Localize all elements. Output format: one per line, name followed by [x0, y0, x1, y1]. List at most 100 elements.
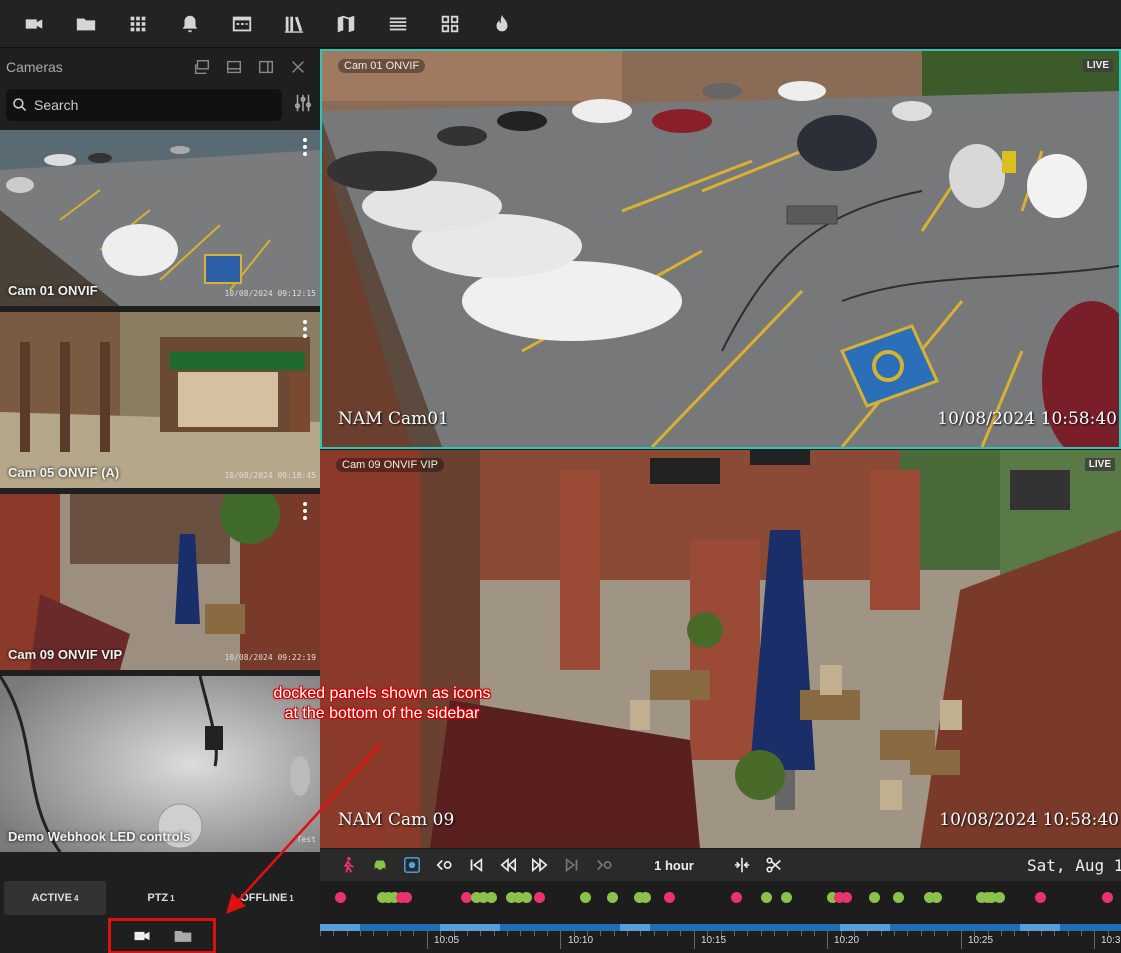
popout-icon[interactable] [186, 53, 218, 81]
timeline-event-marker[interactable] [534, 892, 545, 903]
timeline-event-marker[interactable] [1102, 892, 1113, 903]
camera-thumbnail[interactable]: Cam 05 ONVIF (A) 10/08/2024 09:18:45 [0, 312, 320, 488]
timeline-event-marker[interactable] [640, 892, 651, 903]
skip-forward-icon[interactable] [556, 851, 588, 879]
camera-view-secondary[interactable]: Cam 09 ONVIF VIP LIVE NAM Cam 09 10/08/2… [320, 450, 1121, 848]
timeline-event-marker[interactable] [994, 892, 1005, 903]
filter-sliders-icon[interactable] [292, 92, 314, 119]
cameras-sidebar: Cameras Search Cam 01 ONVIF 10/08/2024 0… [0, 49, 320, 953]
timeline-tick [587, 931, 588, 936]
tab-ptz[interactable]: PTZ 1 [110, 881, 212, 915]
video-camera-icon[interactable] [132, 926, 152, 946]
timeline-event-marker[interactable] [580, 892, 591, 903]
timeline-event-marker[interactable] [521, 892, 532, 903]
library-icon[interactable] [268, 0, 320, 48]
video-camera-icon[interactable] [8, 0, 60, 48]
previous-event-icon[interactable] [428, 851, 460, 879]
timeline-tick [760, 931, 762, 936]
bell-icon[interactable] [164, 0, 216, 48]
dock-side-icon[interactable] [250, 53, 282, 81]
timeline-event-marker[interactable] [401, 892, 412, 903]
timeline-tick [800, 931, 802, 936]
camera-feed-patio [320, 450, 1121, 848]
timeline-event-marker[interactable] [893, 892, 904, 903]
timeline-event-marker[interactable] [664, 892, 675, 903]
search-input[interactable] [34, 97, 234, 113]
tab-label: PTZ [147, 892, 169, 904]
timeline-tick [466, 931, 468, 936]
camera-timestamp: 10/08/2024 09:22:19 [224, 653, 316, 662]
timeline-event-marker[interactable] [731, 892, 742, 903]
map-icon[interactable] [320, 0, 372, 48]
center-cursor-icon[interactable] [726, 851, 758, 879]
camera-thumbnail[interactable]: Cam 09 ONVIF VIP 10/08/2024 09:22:19 [0, 494, 320, 670]
timeline-tick [546, 931, 548, 936]
sidebar-header: Cameras [0, 49, 320, 85]
timeline-event-marker[interactable] [869, 892, 880, 903]
timeline-tick [440, 931, 442, 936]
skip-back-icon[interactable] [460, 851, 492, 879]
timeline-tick [880, 931, 882, 936]
folder-icon[interactable] [60, 0, 112, 48]
tab-active[interactable]: ACTIVE 4 [4, 881, 106, 915]
dock-bottom-icon[interactable] [218, 53, 250, 81]
timeline-tick [413, 931, 415, 936]
vms-app: Cameras Search Cam 01 ONVIF 10/08/2024 0… [0, 0, 1121, 953]
timeline-tick [1094, 931, 1096, 949]
tab-offline[interactable]: OFFLINE 1 [216, 881, 318, 915]
timeline-gap-segment [320, 924, 360, 931]
more-vert-icon[interactable] [302, 502, 308, 520]
person-walking-icon[interactable] [332, 851, 364, 879]
timeline-controls: 1 hour Sat, Aug 10 [320, 849, 1121, 881]
timeline-recording-bar[interactable] [320, 924, 1121, 931]
timeline-tick [1014, 931, 1016, 936]
annotation-line: docked panels shown as icons [273, 685, 491, 702]
timeline-tick [867, 931, 869, 936]
search-box[interactable] [6, 89, 282, 121]
folder-icon[interactable] [173, 926, 193, 946]
timeline-event-marker[interactable] [335, 892, 346, 903]
camera-thumbnail[interactable]: Cam 01 ONVIF 10/08/2024 09:12:15 [0, 130, 320, 306]
timeline-tick [773, 931, 775, 936]
camera-snapshot-storefront [0, 312, 320, 488]
next-event-icon[interactable] [588, 851, 620, 879]
rewind-icon[interactable] [492, 851, 524, 879]
grid-apps-icon[interactable] [112, 0, 164, 48]
camera-view-label: Cam 09 ONVIF VIP [336, 458, 444, 472]
timeline-tick [947, 931, 949, 936]
camera-feed-parking-lot [322, 51, 1119, 447]
timeline-event-marker[interactable] [1035, 892, 1046, 903]
fast-forward-icon[interactable] [524, 851, 556, 879]
timeline-events-track[interactable] [320, 881, 1121, 923]
close-icon[interactable] [282, 53, 314, 81]
layout-icon[interactable] [424, 0, 476, 48]
dashboard-icon[interactable] [216, 0, 268, 48]
tab-count: 4 [73, 893, 79, 903]
list-icon[interactable] [372, 0, 424, 48]
timeline-tick [386, 931, 388, 936]
car-icon[interactable] [364, 851, 396, 879]
timeline-tick [974, 931, 976, 936]
more-vert-icon[interactable] [302, 320, 308, 338]
more-vert-icon[interactable] [302, 138, 308, 156]
timeline-tick [600, 931, 602, 936]
osd-timestamp: 10/08/2024 10:58:40 [937, 409, 1117, 429]
timeline-event-marker[interactable] [781, 892, 792, 903]
timeline-event-marker[interactable] [761, 892, 772, 903]
timeline-tick [827, 931, 829, 949]
motion-detect-icon[interactable] [396, 851, 428, 879]
tick-label: 10:10 [568, 935, 594, 946]
timeline-ruler[interactable]: 10:05 10:10 10:15 10:20 10:25 10:3 [320, 931, 1121, 953]
live-badge: LIVE [1084, 458, 1115, 471]
camera-view-main[interactable]: Cam 01 ONVIF LIVE NAM Cam01 10/08/2024 1… [320, 49, 1121, 449]
scissors-icon[interactable] [758, 851, 790, 879]
timeline-event-marker[interactable] [931, 892, 942, 903]
fire-icon[interactable] [476, 0, 528, 48]
timeline-tick [813, 931, 815, 936]
timeline-event-marker[interactable] [841, 892, 852, 903]
timeline-tick [894, 931, 896, 936]
timeline-tick [493, 931, 495, 936]
timeline-range-selector[interactable]: 1 hour [632, 858, 716, 873]
timeline-event-marker[interactable] [486, 892, 497, 903]
timeline-event-marker[interactable] [607, 892, 618, 903]
